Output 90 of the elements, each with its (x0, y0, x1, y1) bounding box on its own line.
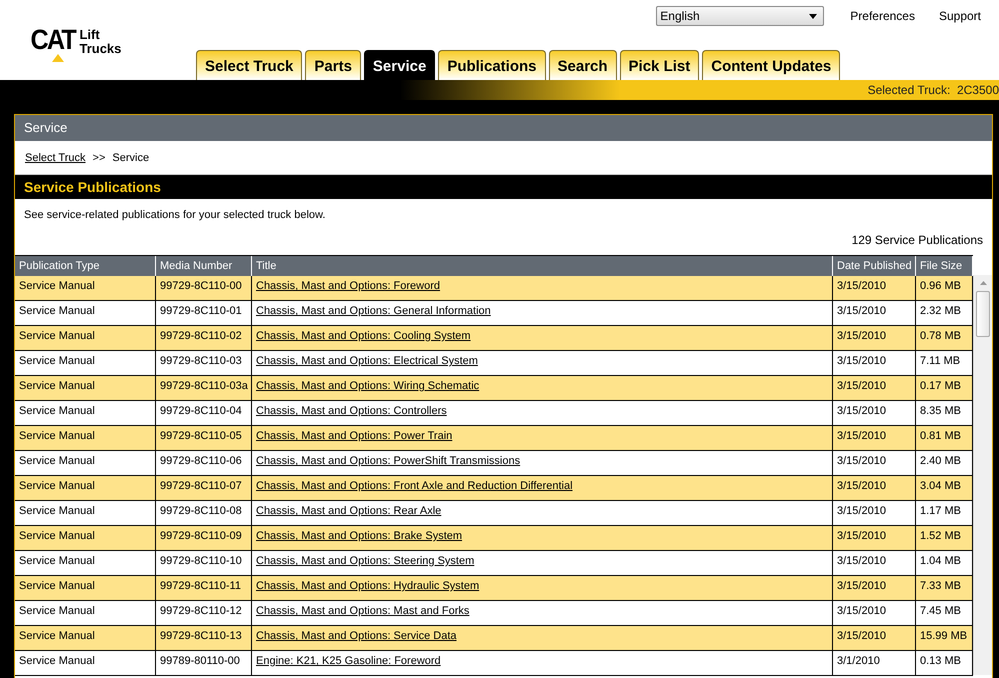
table-cell: 3/15/2010 (833, 376, 916, 400)
nav-tab[interactable]: Publications (438, 50, 546, 80)
table-cell: 99729-8C110-00 (156, 276, 252, 300)
table-cell: 3/15/2010 (833, 626, 916, 650)
table-cell: 99789-80110-00 (156, 651, 252, 675)
table-cell: 99729-8C110-04 (156, 401, 252, 425)
table-cell: 99729-8C110-08 (156, 501, 252, 525)
table-cell: 3/15/2010 (833, 551, 916, 575)
table-cell: Service Manual (15, 551, 156, 575)
table-cell: 99729-8C110-10 (156, 551, 252, 575)
title-link[interactable]: Engine: K21, K25 Gasoline: Foreword (256, 655, 441, 667)
nav-tab[interactable]: Content Updates (702, 50, 840, 80)
header-link[interactable]: Support (932, 9, 987, 23)
table-cell: 99729-8C110-11 (156, 576, 252, 600)
table-cell: Service Manual (15, 276, 156, 300)
title-link[interactable]: Chassis, Mast and Options: General Information (256, 305, 491, 317)
logo-text: Trucks (79, 42, 122, 56)
table-cell: Service Manual (15, 376, 156, 400)
table-cell: 99729-8C110-09 (156, 526, 252, 550)
table-cell: Service Manual (15, 451, 156, 475)
title-link[interactable]: Chassis, Mast and Options: Brake System (256, 530, 462, 542)
table-cell: 3/15/2010 (833, 351, 916, 375)
table-cell: 3/15/2010 (833, 526, 916, 550)
table-cell: Service Manual (15, 476, 156, 500)
table-cell: 99729-8C110-12 (156, 601, 252, 625)
table-cell: Service Manual (15, 576, 156, 600)
table-cell: Service Manual (15, 351, 156, 375)
description-text: See service-related publications for your selected truck below. (23, 208, 326, 223)
title-link[interactable]: Chassis, Mast and Options: Rear Axle (256, 505, 442, 517)
language-select[interactable]: English (656, 6, 824, 26)
table-cell: 3/1/2010 (833, 651, 916, 675)
nav-tab[interactable]: Service (364, 50, 436, 80)
table-cell: 3/15/2010 (833, 576, 916, 600)
table-cell: Service Manual (15, 526, 156, 550)
panel-title: Service (15, 115, 992, 141)
table-cell: Service Manual (15, 301, 156, 325)
logo-text: Lift (79, 28, 101, 42)
scrollbar[interactable] (973, 275, 992, 675)
title-link[interactable]: Chassis, Mast and Options: Hydraulic System (256, 580, 480, 592)
table-cell: 3/15/2010 (833, 326, 916, 350)
table-cell: 3/15/2010 (833, 276, 916, 300)
table-cell: 99729-8C110-02 (156, 326, 252, 350)
table-cell: 3/15/2010 (833, 451, 916, 475)
nav-tab[interactable]: Parts (305, 50, 361, 80)
title-link[interactable]: Chassis, Mast and Options: Wiring Schematic (256, 380, 480, 392)
title-link[interactable]: Chassis, Mast and Options: Front Axle and Reduction Differential (256, 480, 573, 492)
table-cell: Service Manual (15, 601, 156, 625)
dropdown-arrow-icon (809, 14, 818, 18)
table-cell: 99729-8C110-03 (156, 351, 252, 375)
title-link[interactable]: Chassis, Mast and Options: Foreword (256, 280, 440, 292)
title-link[interactable]: Chassis, Mast and Options: Steering System (256, 555, 474, 567)
table-cell: 99729-8C110-01 (156, 301, 252, 325)
title-link[interactable]: Chassis, Mast and Options: PowerShift Transmissions (256, 455, 520, 467)
scrollbar-thumb[interactable] (976, 291, 990, 337)
publication-count: 129 Service Publications (852, 233, 983, 247)
table-cell: 99729-8C110-07 (156, 476, 252, 500)
table-cell: 99729-8C110-03a (156, 376, 252, 400)
nav-tab[interactable]: Select Truck (196, 50, 302, 80)
table-cell: 3/15/2010 (833, 401, 916, 425)
title-link[interactable]: Chassis, Mast and Options: Cooling System (256, 330, 471, 342)
title-link[interactable]: Chassis, Mast and Options: Controllers (256, 405, 447, 417)
table-cell: 3/15/2010 (833, 601, 916, 625)
title-link[interactable]: Chassis, Mast and Options: Mast and Forks (256, 605, 470, 617)
table-cell: 3/15/2010 (833, 426, 916, 450)
section-title: Service Publications (15, 175, 992, 199)
title-link[interactable]: Chassis, Mast and Options: Electrical System (256, 355, 478, 367)
nav-tab[interactable]: Pick List (620, 50, 700, 80)
table-cell: Service Manual (15, 626, 156, 650)
table-cell: Service Manual (15, 651, 156, 675)
selected-truck-label: Selected Truck: 2C3500 (868, 83, 999, 97)
triangle-icon (52, 54, 64, 62)
table-cell: Service Manual (15, 401, 156, 425)
breadcrumb-link[interactable]: Select Truck (25, 152, 86, 164)
header-link[interactable]: Preferences (844, 9, 921, 23)
table-cell: 3/15/2010 (833, 301, 916, 325)
breadcrumb-separator: >> (92, 152, 106, 164)
table-cell: Service Manual (15, 326, 156, 350)
title-link[interactable]: Chassis, Mast and Options: Power Train (256, 430, 452, 442)
breadcrumb-current: Service (112, 152, 150, 164)
table-cell: Service Manual (15, 501, 156, 525)
scroll-up-icon[interactable] (980, 281, 986, 285)
table-cell: 3/15/2010 (833, 476, 916, 500)
title-link[interactable]: Chassis, Mast and Options: Service Data (256, 630, 457, 642)
table-cell: 99729-8C110-13 (156, 626, 252, 650)
table-cell: 99729-8C110-05 (156, 426, 252, 450)
table-cell: 3/15/2010 (833, 501, 916, 525)
nav-tab[interactable]: Search (548, 50, 617, 80)
table-cell: Service Manual (15, 426, 156, 450)
logo-wordmark: CAT (30, 26, 75, 54)
table-cell: 99729-8C110-06 (156, 451, 252, 475)
